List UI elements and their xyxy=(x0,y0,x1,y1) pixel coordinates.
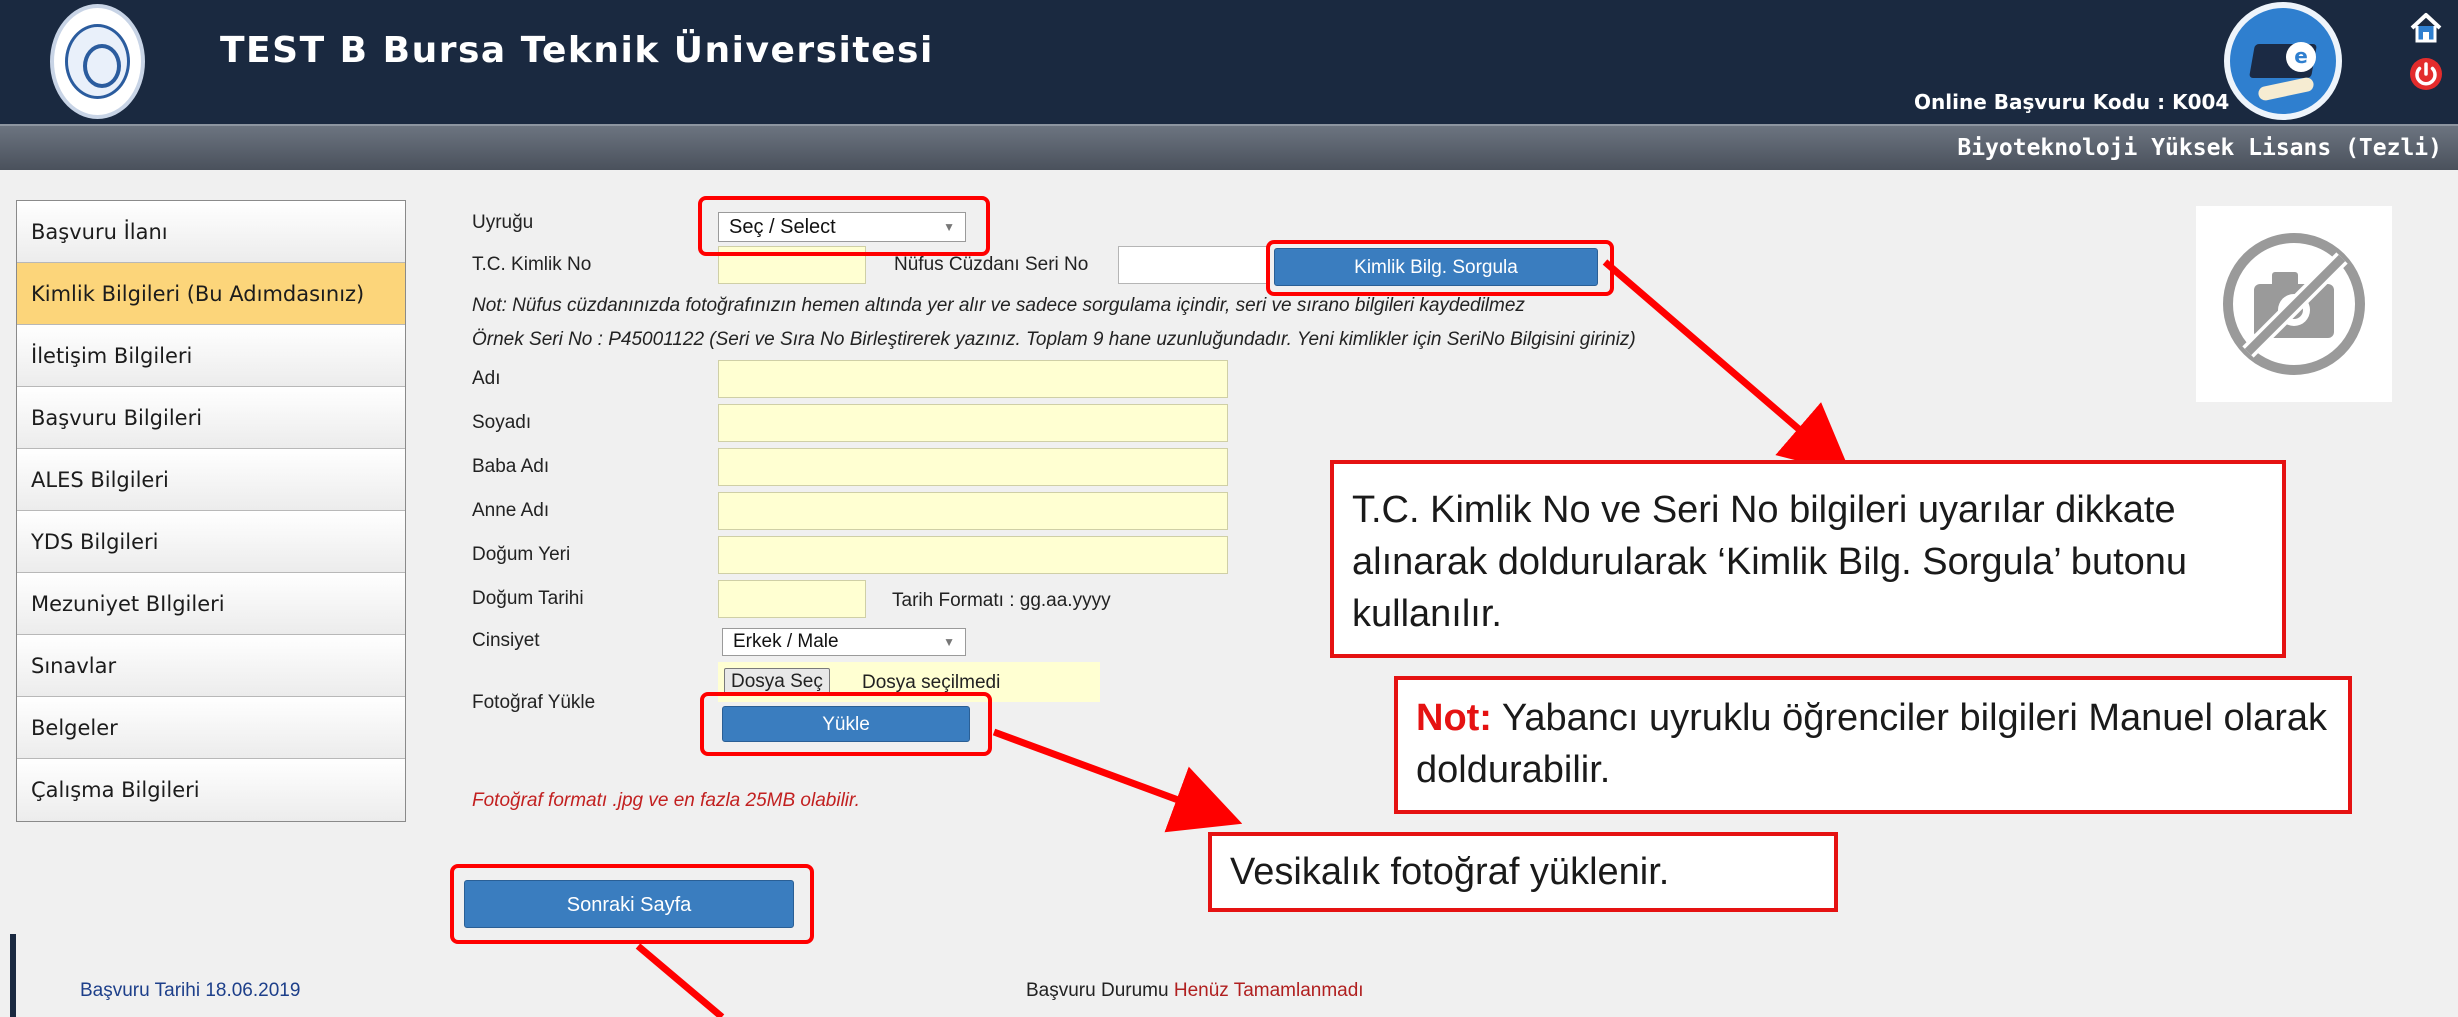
photo-callout: Vesikalık fotoğraf yüklenir. xyxy=(1208,832,1838,912)
application-date-value: 18.06.2019 xyxy=(205,980,301,1001)
application-date: Başvuru Tarihi 18.06.2019 xyxy=(80,980,300,1002)
foreign-student-callout: Not: Yabancı uyruklu öğrenciler bilgiler… xyxy=(1394,676,2352,814)
application-status-label: Başvuru Durumu xyxy=(1026,980,1169,1001)
not-label: Not: xyxy=(1416,697,1492,739)
not-text: Yabancı uyruklu öğrenciler bilgileri Man… xyxy=(1416,697,2328,791)
application-status: Başvuru Durumu Henüz Tamamlanmadı xyxy=(1026,980,1364,1002)
kimlik-callout: T.C. Kimlik No ve Seri No bilgileri uyar… xyxy=(1330,460,2286,658)
next-arrow xyxy=(635,943,725,1017)
application-status-value: Henüz Tamamlanmadı xyxy=(1173,980,1364,1001)
upload-arrow xyxy=(992,728,1243,833)
footer-accent xyxy=(10,934,16,1017)
application-date-label: Başvuru Tarihi xyxy=(80,980,201,1001)
query-arrow xyxy=(1602,259,1852,475)
